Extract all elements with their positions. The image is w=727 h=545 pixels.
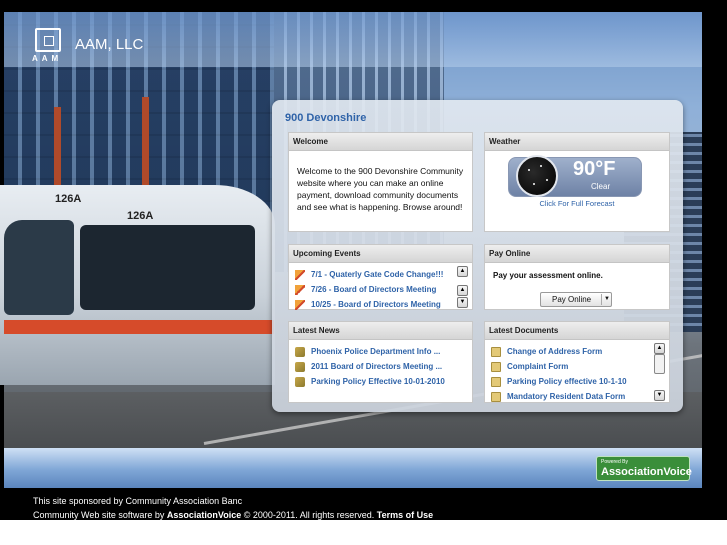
scroll-up-button[interactable]: ▲ — [654, 343, 665, 354]
powered-by-label: Powered By — [601, 459, 628, 465]
pay-online-text: Pay your assessment online. — [493, 271, 603, 280]
copyright-suffix: © 2000-2011. All rights reserved. — [241, 510, 377, 520]
events-heading: Upcoming Events — [289, 245, 472, 263]
scroll-up-button[interactable]: ▲ — [457, 266, 468, 277]
event-label: 7/26 - Board of Directors Meeting — [311, 285, 437, 294]
document-label: Mandatory Resident Data Form — [507, 392, 626, 401]
tram-number: 126A — [127, 210, 154, 222]
event-label: 10/25 - Board of Directors Meeting — [311, 300, 441, 309]
news-item[interactable]: 2011 Board of Directors Meeting ... — [295, 359, 472, 374]
documents-scrollbar[interactable]: ▲ ▼ — [654, 343, 665, 403]
powered-by-brand: AssociationVoice — [601, 466, 692, 478]
documents-list: Change of Address Form Complaint Form Pa… — [485, 340, 669, 404]
event-label: 7/1 - Quaterly Gate Code Change!!! — [311, 270, 444, 279]
house-icon — [35, 28, 61, 52]
powered-by-badge[interactable]: Powered By AssociationVoice — [596, 456, 692, 481]
site-logo[interactable]: AAM — [32, 28, 64, 64]
latest-news-box: Latest News Phoenix Police Department In… — [288, 321, 473, 403]
full-forecast-link[interactable]: Click For Full Forecast — [485, 199, 669, 208]
weather-box: Weather 90°F Clear Click For Full Foreca… — [484, 132, 670, 232]
document-item[interactable]: Complaint Form — [491, 359, 669, 374]
news-heading: Latest News — [289, 322, 472, 340]
documents-heading: Latest Documents — [485, 322, 669, 340]
panel-title: 900 Devonshire — [285, 112, 367, 124]
document-icon — [491, 391, 501, 402]
scroll-down-button[interactable]: ▼ — [654, 390, 665, 401]
document-item[interactable]: Change of Address Form — [491, 344, 669, 359]
document-item[interactable]: Parking Policy effective 10-1-10 — [491, 374, 669, 389]
news-item[interactable]: Parking Policy Effective 10-01-2010 — [295, 374, 472, 389]
upcoming-events-box: Upcoming Events 7/1 - Quaterly Gate Code… — [288, 244, 473, 310]
tram-side-window — [80, 225, 255, 310]
latest-documents-box: Latest Documents Change of Address Form … — [484, 321, 670, 403]
news-label: Phoenix Police Department Info ... — [311, 347, 441, 356]
weather-condition: Clear — [591, 182, 611, 191]
document-icon — [491, 361, 501, 372]
temperature: 90°F — [573, 158, 616, 180]
event-item[interactable]: 10/25 - Board of Directors Meeting — [295, 297, 472, 312]
events-list: 7/1 - Quaterly Gate Code Change!!! 7/26 … — [289, 263, 472, 312]
scroll-thumb[interactable] — [654, 354, 665, 374]
tram-front-window — [4, 220, 74, 315]
weather-widget[interactable]: 90°F Clear — [508, 155, 642, 197]
pay-online-heading: Pay Online — [485, 245, 669, 263]
document-icon — [491, 376, 501, 387]
event-icon — [295, 269, 305, 280]
welcome-box: Welcome Welcome to the 900 Devonshire Co… — [288, 132, 473, 232]
pay-online-box: Pay Online Pay your assessment online. P… — [484, 244, 670, 310]
news-item[interactable]: Phoenix Police Department Info ... — [295, 344, 472, 359]
terms-of-use-link[interactable]: Terms of Use — [377, 510, 433, 520]
chevron-down-icon: ▼ — [604, 296, 610, 302]
community-panel: 900 Devonshire Welcome Welcome to the 90… — [272, 100, 683, 412]
news-list: Phoenix Police Department Info ... 2011 … — [289, 340, 472, 389]
weather-heading: Weather — [485, 133, 669, 151]
pay-online-button[interactable]: Pay Online ▼ — [540, 292, 612, 307]
copyright-line: Community Web site software by Associati… — [33, 508, 433, 522]
news-icon — [295, 346, 305, 357]
copyright-prefix: Community Web site software by — [33, 510, 167, 520]
tram-number: 126A — [55, 193, 82, 205]
news-icon — [295, 376, 305, 387]
site-title[interactable]: AAM, LLC — [75, 36, 143, 53]
scroll-down-button[interactable]: ▼ — [457, 297, 468, 308]
moon-icon — [516, 155, 558, 197]
logo-text: AAM — [32, 54, 63, 63]
pay-online-button-label: Pay Online — [552, 295, 592, 304]
copyright-brand: AssociationVoice — [166, 510, 242, 520]
document-label: Parking Policy effective 10-1-10 — [507, 377, 627, 386]
event-item[interactable]: 7/1 - Quaterly Gate Code Change!!! — [295, 267, 472, 282]
news-icon — [295, 361, 305, 372]
document-label: Complaint Form — [507, 362, 569, 371]
document-label: Change of Address Form — [507, 347, 603, 356]
events-scrollbar[interactable]: ▲ ▲ ▼ — [457, 266, 468, 310]
event-item[interactable]: 7/26 - Board of Directors Meeting — [295, 282, 472, 297]
news-label: 2011 Board of Directors Meeting ... — [311, 362, 443, 371]
news-label: Parking Policy Effective 10-01-2010 — [311, 377, 445, 386]
welcome-text: Welcome to the 900 Devonshire Community … — [297, 166, 464, 212]
footer: This site sponsored by Community Associa… — [33, 494, 433, 522]
document-item[interactable]: Mandatory Resident Data Form — [491, 389, 669, 404]
tram-stripe — [4, 320, 274, 334]
event-icon — [295, 284, 305, 295]
welcome-heading: Welcome — [289, 133, 472, 151]
event-icon — [295, 299, 305, 310]
sponsor-line: This site sponsored by Community Associa… — [33, 496, 243, 506]
document-icon — [491, 346, 501, 357]
scroll-down-button[interactable]: ▲ — [457, 285, 468, 296]
